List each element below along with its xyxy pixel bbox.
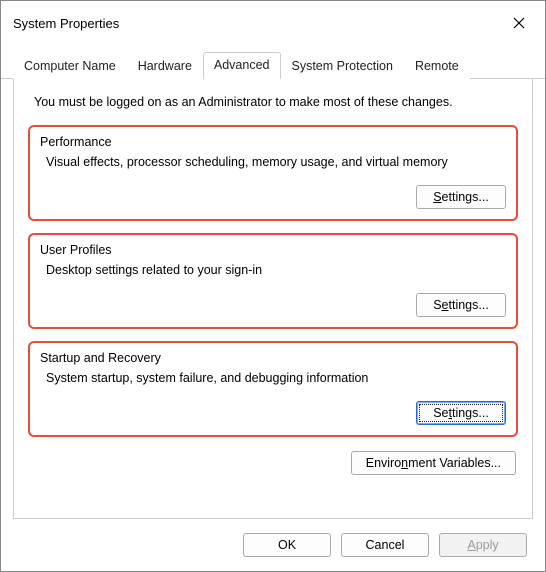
apply-button[interactable]: Apply — [439, 533, 527, 557]
group-startup-recovery: Startup and Recovery System startup, sys… — [28, 341, 518, 437]
group-performance: Performance Visual effects, processor sc… — [28, 125, 518, 221]
admin-notice: You must be logged on as an Administrato… — [34, 95, 512, 109]
tab-content-advanced: You must be logged on as an Administrato… — [13, 79, 533, 519]
tab-advanced[interactable]: Advanced — [203, 52, 281, 79]
group-user-profiles: User Profiles Desktop settings related t… — [28, 233, 518, 329]
environment-variables-button[interactable]: Environment Variables... — [351, 451, 516, 475]
startup-recovery-settings-button[interactable]: Settings... — [416, 401, 506, 425]
titlebar: System Properties — [1, 1, 545, 45]
tab-bar: Computer Name Hardware Advanced System P… — [1, 51, 545, 79]
tab-remote[interactable]: Remote — [404, 53, 470, 79]
group-performance-desc: Visual effects, processor scheduling, me… — [46, 155, 504, 169]
user-profiles-settings-button[interactable]: Settings... — [416, 293, 506, 317]
tab-system-protection[interactable]: System Protection — [281, 53, 404, 79]
performance-settings-button[interactable]: Settings... — [416, 185, 506, 209]
group-user-profiles-title: User Profiles — [40, 243, 506, 257]
group-startup-recovery-title: Startup and Recovery — [40, 351, 506, 365]
tab-computer-name[interactable]: Computer Name — [13, 53, 127, 79]
dialog-footer: OK Cancel Apply — [1, 519, 545, 571]
group-startup-recovery-desc: System startup, system failure, and debu… — [46, 371, 504, 385]
cancel-button[interactable]: Cancel — [341, 533, 429, 557]
group-performance-title: Performance — [40, 135, 506, 149]
window-title: System Properties — [13, 16, 119, 31]
close-button[interactable] — [505, 9, 533, 37]
close-icon — [513, 17, 525, 29]
ok-button[interactable]: OK — [243, 533, 331, 557]
group-user-profiles-desc: Desktop settings related to your sign-in — [46, 263, 504, 277]
tab-hardware[interactable]: Hardware — [127, 53, 203, 79]
